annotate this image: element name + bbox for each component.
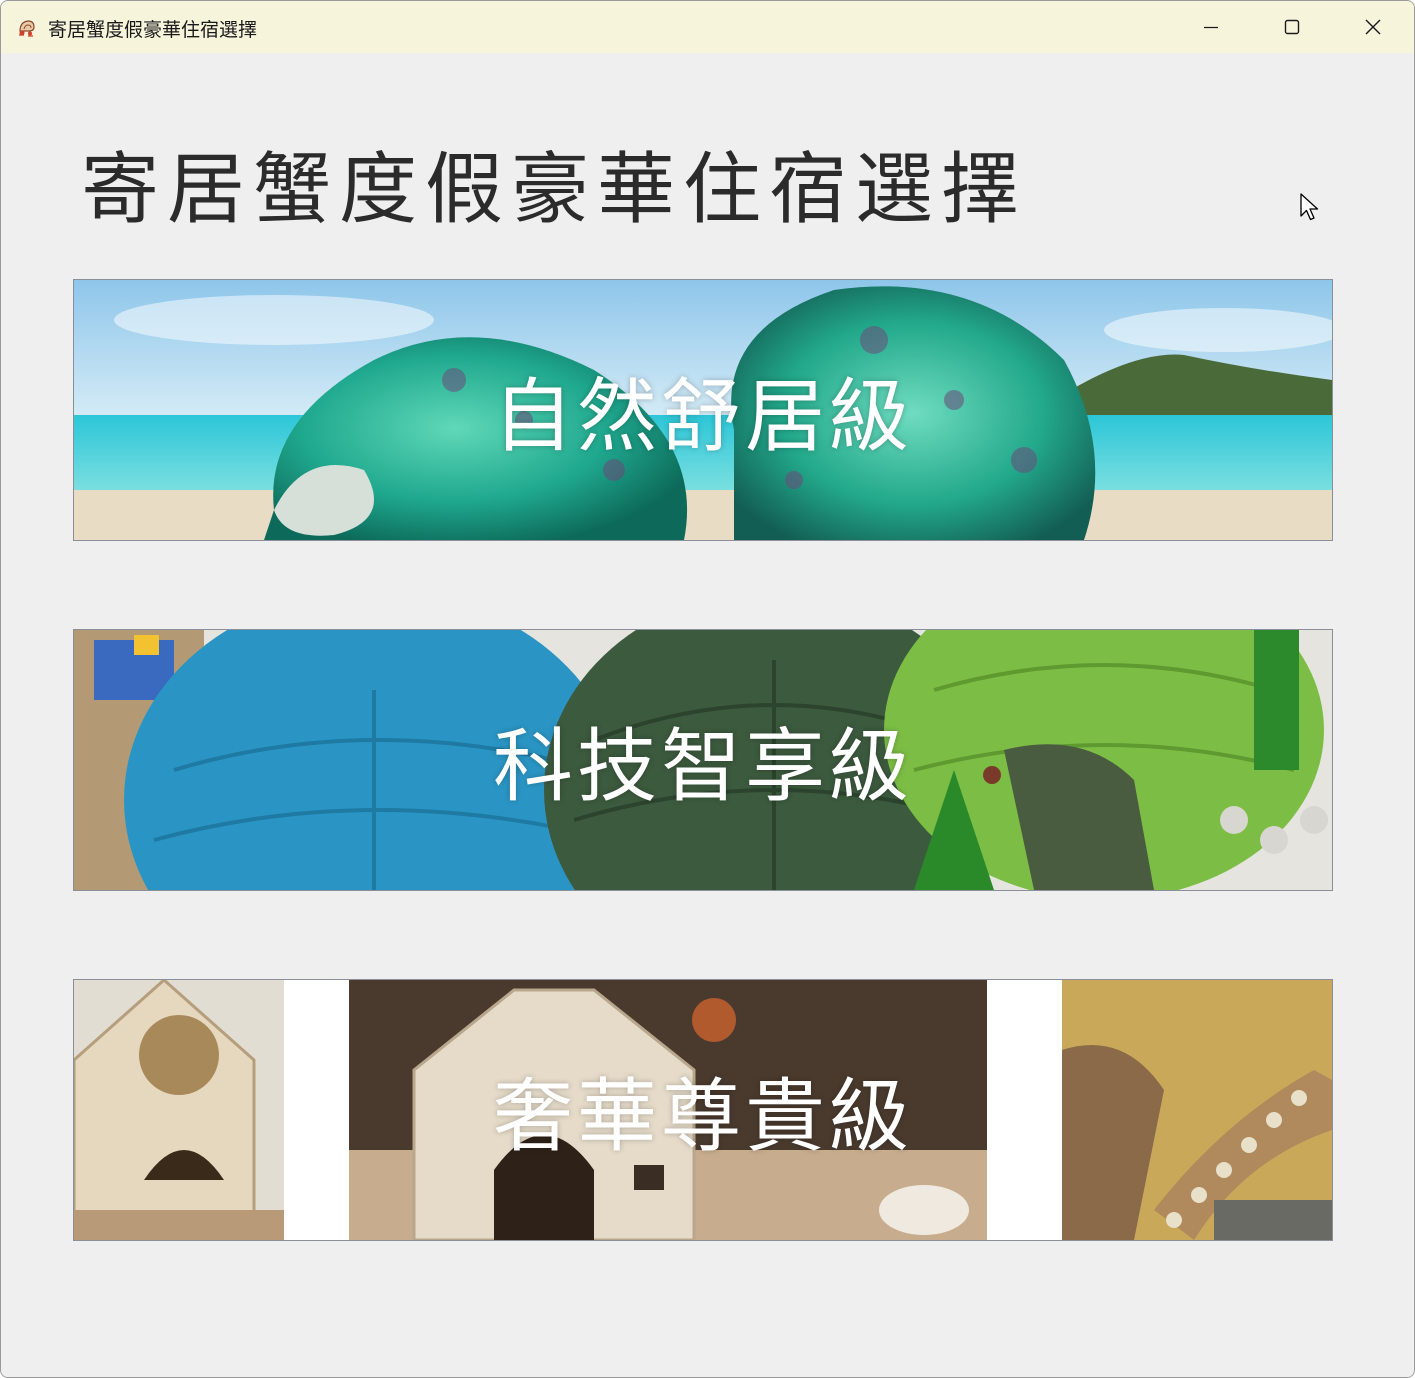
tier-card-luxury[interactable]: 奢華尊貴級 <box>73 979 1333 1241</box>
minimize-icon <box>1204 26 1218 29</box>
title-bar[interactable]: 寄居蟹度假豪華住宿選擇 <box>1 1 1414 53</box>
tier-label-luxury: 奢華尊貴級 <box>493 1070 913 1163</box>
minimize-button[interactable] <box>1171 1 1251 53</box>
tier-card-tech[interactable]: 科技智享級 <box>73 629 1333 891</box>
close-icon <box>1365 19 1381 35</box>
hermit-crab-icon <box>19 20 35 37</box>
app-window: 寄居蟹度假豪華住宿選擇 寄居蟹度假豪華住宿選擇 自然舒居級 科技智享級 奢華尊貴… <box>0 0 1415 1378</box>
maximize-icon <box>1284 19 1300 35</box>
tier-card-natural[interactable]: 自然舒居級 <box>73 279 1333 541</box>
main-content: 寄居蟹度假豪華住宿選擇 自然舒居級 科技智享級 奢華尊貴級 <box>1 53 1414 1377</box>
page-title: 寄居蟹度假豪華住宿選擇 <box>81 145 1028 235</box>
window-title: 寄居蟹度假豪華住宿選擇 <box>48 19 258 41</box>
tier-label-tech: 科技智享級 <box>493 720 913 813</box>
tier-label-natural: 自然舒居級 <box>493 370 913 463</box>
close-button[interactable] <box>1333 1 1413 53</box>
mouse-cursor-icon <box>1300 193 1319 221</box>
maximize-button[interactable] <box>1252 1 1332 53</box>
